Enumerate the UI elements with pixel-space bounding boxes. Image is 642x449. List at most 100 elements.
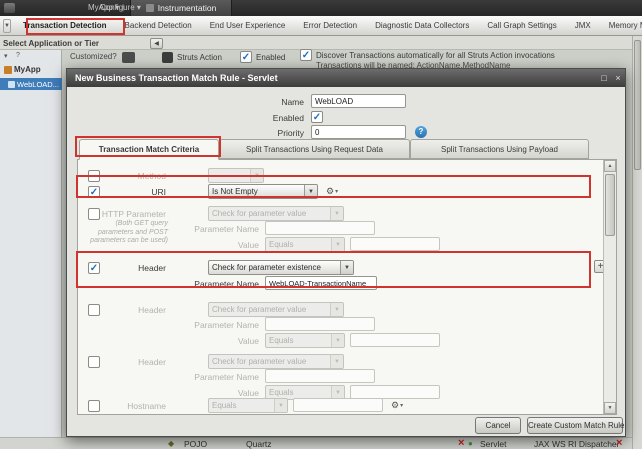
struts-action-icon (162, 52, 173, 63)
tree-help-icon[interactable]: ? (16, 52, 20, 59)
hostname-value-input[interactable] (293, 398, 383, 412)
app-logo-icon (4, 3, 15, 13)
criteria-scrollbar-thumb[interactable] (605, 174, 615, 236)
value-label: Value (237, 388, 259, 398)
grid-cell-type[interactable]: Quartz (246, 439, 272, 449)
tab-diagnostic-data-collectors[interactable]: Diagnostic Data Collectors (366, 21, 478, 30)
value-operator: Equals (269, 336, 294, 345)
grid-cell-name[interactable]: POJO (184, 439, 207, 449)
grid-cell-name[interactable]: Servlet (480, 439, 506, 449)
tab-instrumentation[interactable]: Instrumentation (130, 0, 232, 16)
chevron-down-icon: ▼ (250, 169, 263, 182)
tab-memory-monitoring[interactable]: Memory Monitoring (600, 21, 642, 30)
customized-column-label: Customized? (70, 52, 117, 61)
scroll-down-icon[interactable]: ▼ (604, 402, 616, 414)
breadcrumb-section[interactable]: Configure ▾ (100, 3, 141, 12)
scroll-up-icon[interactable]: ▲ (604, 160, 616, 172)
view-selector-icon[interactable]: ▼ (3, 18, 11, 33)
page-scrollbar-thumb[interactable] (634, 40, 641, 170)
tier-node-icon (8, 80, 15, 88)
entry-point-label: Struts Action (177, 53, 222, 62)
criteria-scrollbar[interactable]: ▲ ▼ (603, 160, 616, 414)
hostname-gear-button[interactable]: ⚙ ▾ (391, 399, 415, 412)
uri-gear-button[interactable]: ⚙ ▾ (326, 185, 350, 198)
tab-split-request-data[interactable]: Split Transactions Using Request Data (219, 139, 410, 159)
tab-call-graph-settings[interactable]: Call Graph Settings (478, 21, 565, 30)
tree-node-myapp[interactable]: MyApp (2, 65, 41, 74)
chevron-down-icon: ▼ (340, 261, 353, 274)
header-2-value-input[interactable] (350, 333, 440, 347)
priority-input[interactable] (311, 125, 406, 139)
tab-transaction-match-criteria[interactable]: Transaction Match Criteria (79, 139, 219, 160)
match-rule-dialog: New Business Transaction Match Rule - Se… (66, 68, 626, 437)
page-scrollbar[interactable] (632, 36, 642, 449)
parameter-name-label: Parameter Name (194, 372, 259, 382)
tree-filter-icon[interactable]: ▾ (4, 52, 8, 60)
tab-jmx[interactable]: JMX (566, 21, 600, 30)
restore-icon[interactable]: □ (597, 73, 611, 83)
tree-node-label: MyApp (14, 65, 41, 74)
uri-operator-select[interactable]: Is Not Empty ▼ (208, 184, 318, 199)
application-tree-panel: ▾ ? MyApp WebLOAD... (0, 50, 62, 449)
chevron-down-icon: ▾ (335, 189, 339, 195)
chevron-down-icon: ▼ (330, 303, 343, 316)
tree-node-label: WebLOAD... (17, 79, 59, 89)
detection-tab-bar: ▼ Transaction Detection Backend Detectio… (0, 16, 642, 36)
dialog-title-bar[interactable]: New Business Transaction Match Rule - Se… (67, 69, 625, 87)
parameter-name-label: Parameter Name (194, 279, 259, 289)
application-node-icon (4, 65, 12, 74)
header-3-parameter-name-input[interactable] (265, 369, 375, 383)
priority-help-icon[interactable]: ? (415, 126, 427, 138)
value-label: Value (237, 240, 259, 250)
enabled-checkbox[interactable]: ✓ (311, 111, 323, 123)
uri-operator-value: Is Not Empty (212, 187, 258, 196)
discover-transactions-checkbox[interactable]: ✓ (300, 49, 312, 61)
breadcrumb-section-label: Configure (100, 3, 135, 12)
dialog-title: New Business Transaction Match Rule - Se… (75, 73, 278, 83)
header-3-mode-select[interactable]: Check for parameter value ▼ (208, 354, 344, 369)
instrumentation-tab-label: Instrumentation (157, 3, 217, 13)
chevron-down-icon: ▾ (400, 403, 404, 409)
hostname-operator-select[interactable]: Equals ▼ (208, 398, 288, 413)
enabled-label: Enabled (272, 113, 304, 123)
application-selector-row: Select Application or Tier ◀ (0, 36, 642, 50)
header-2-parameter-name-input[interactable] (265, 317, 375, 331)
cancel-button[interactable]: Cancel (475, 417, 521, 434)
header-2-value-operator-select[interactable]: Equals ▼ (265, 333, 345, 348)
tab-error-detection[interactable]: Error Detection (294, 21, 366, 30)
enabled-label: Enabled (256, 53, 286, 62)
error-x-icon: × (458, 437, 465, 449)
tab-backend-detection[interactable]: Backend Detection (116, 21, 201, 30)
header-2-mode-select[interactable]: Check for parameter value ▼ (208, 302, 344, 317)
name-input[interactable] (311, 94, 406, 108)
hostname-operator-value: Equals (212, 401, 237, 410)
tab-end-user-experience[interactable]: End User Experience (201, 21, 295, 30)
collapse-panel-button[interactable]: ◀ (150, 38, 163, 49)
grid-cell-type[interactable]: JAX WS RI Dispatcher (534, 439, 620, 449)
header-1-mode-value: Check for parameter existence (212, 263, 321, 272)
tab-transaction-detection[interactable]: Transaction Detection (14, 21, 116, 30)
top-navigation-bar: MyApp ▾ | . Instrumentation Configure (0, 0, 642, 16)
http-parameter-name-input[interactable] (265, 221, 375, 235)
http-parameter-mode-select[interactable]: Check for parameter value ▼ (208, 206, 344, 221)
header-1-parameter-name-input[interactable] (265, 276, 377, 290)
tree-node-webload[interactable]: WebLOAD... (0, 78, 62, 90)
http-parameter-value-operator-select[interactable]: Equals ▼ (265, 237, 345, 252)
create-custom-match-rule-button[interactable]: Create Custom Match Rule (527, 417, 624, 434)
header-3-value-input[interactable] (350, 385, 440, 399)
chevron-down-icon: ▼ (330, 207, 343, 220)
chevron-down-icon: ▼ (331, 238, 344, 251)
gear-icon: ⚙ (326, 186, 335, 196)
header-1-mode-select[interactable]: Check for parameter existence ▼ (208, 260, 354, 275)
http-parameter-mode-value: Check for parameter value (212, 209, 307, 218)
chevron-down-icon: ▼ (304, 185, 317, 198)
close-icon[interactable]: × (611, 73, 625, 83)
header-2-mode-value: Check for parameter value (212, 305, 307, 314)
tab-split-payload[interactable]: Split Transactions Using Payload (410, 139, 589, 159)
struts-enabled-checkbox[interactable]: ✓ (240, 51, 252, 63)
http-parameter-value-input[interactable] (350, 237, 440, 251)
method-select[interactable]: ▼ (208, 168, 264, 183)
customized-menu-button[interactable] (122, 52, 135, 63)
uri-label: URI (151, 187, 166, 197)
select-application-label: Select Application or Tier (3, 39, 100, 48)
